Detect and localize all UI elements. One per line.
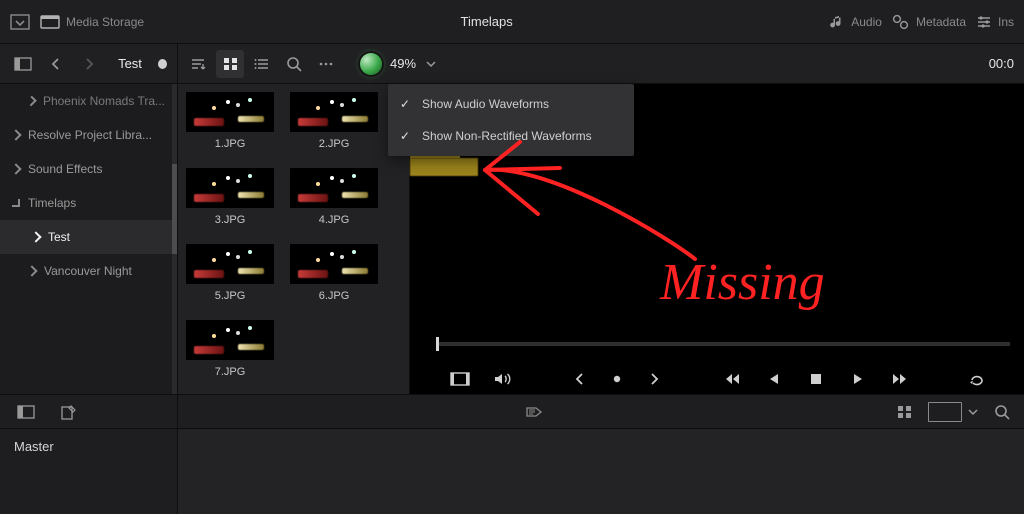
check-icon: ✓ bbox=[400, 129, 412, 143]
menu-show-nonrectified-waveforms[interactable]: ✓ Show Non-Rectified Waveforms bbox=[388, 120, 634, 152]
tree-scrollbar[interactable] bbox=[172, 84, 177, 394]
sidebar-toggle-button[interactable] bbox=[10, 50, 35, 78]
bin-record-dot[interactable] bbox=[158, 59, 167, 69]
media-storage-icon bbox=[40, 14, 60, 30]
jog-dot[interactable] bbox=[612, 369, 622, 389]
tree-item-timelaps[interactable]: Timelaps bbox=[0, 186, 177, 220]
metadata-button[interactable]: Metadata bbox=[892, 14, 966, 30]
media-storage-button[interactable]: Media Storage bbox=[40, 14, 144, 30]
workspace-dropdown[interactable] bbox=[10, 14, 30, 30]
viewer-scrubber[interactable] bbox=[436, 342, 1010, 346]
frame-icon bbox=[928, 402, 962, 422]
metadata-label: Metadata bbox=[916, 15, 966, 29]
clip-thumbnail[interactable]: 5.JPG bbox=[186, 244, 274, 302]
zoom-knob[interactable] bbox=[360, 53, 382, 75]
thumbnail-view-button[interactable] bbox=[216, 50, 244, 78]
viewer-options-menu: ✓ Show Audio Waveforms ✓ Show Non-Rectif… bbox=[388, 84, 634, 156]
play-reverse-button[interactable] bbox=[764, 369, 784, 389]
tree-item-phoenix[interactable]: Phoenix Nomads Tra... bbox=[0, 84, 177, 118]
clip-thumbnail[interactable]: 4.JPG bbox=[290, 168, 378, 226]
inspector-button[interactable]: Ins bbox=[976, 14, 1014, 30]
sort-button[interactable] bbox=[184, 50, 212, 78]
clip-thumbnail[interactable]: 2.JPG bbox=[290, 92, 378, 150]
jog-next-button[interactable] bbox=[644, 369, 664, 389]
media-pool-toolbar bbox=[0, 395, 1024, 429]
master-bin-label[interactable]: Master bbox=[14, 439, 163, 454]
display-mode-dropdown[interactable] bbox=[928, 402, 978, 422]
transport-controls bbox=[410, 362, 1024, 396]
search-button[interactable] bbox=[280, 50, 308, 78]
stop-button[interactable] bbox=[806, 369, 826, 389]
menu-show-audio-waveforms[interactable]: ✓ Show Audio Waveforms bbox=[388, 88, 634, 120]
bin-tree: Phoenix Nomads Tra... Resolve Project Li… bbox=[0, 84, 178, 394]
clip-thumbnail[interactable]: 1.JPG bbox=[186, 92, 274, 150]
chevron-down-icon[interactable] bbox=[426, 60, 436, 68]
thumbnail-view-button-2[interactable] bbox=[890, 398, 918, 426]
import-media-button[interactable] bbox=[54, 398, 82, 426]
inspector-label: Ins bbox=[998, 15, 1014, 29]
go-first-button[interactable] bbox=[722, 369, 742, 389]
media-storage-label: Media Storage bbox=[66, 15, 144, 29]
match-frame-button[interactable] bbox=[450, 369, 470, 389]
options-menu-button[interactable] bbox=[312, 50, 340, 78]
tree-item-resolve-lib[interactable]: Resolve Project Libra... bbox=[0, 118, 177, 152]
clip-thumbnail[interactable]: 6.JPG bbox=[290, 244, 378, 302]
clip-thumbnail[interactable]: 3.JPG bbox=[186, 168, 274, 226]
media-pool-panel: Master bbox=[0, 394, 1024, 514]
check-icon: ✓ bbox=[400, 97, 412, 111]
tree-item-sound-effects[interactable]: Sound Effects bbox=[0, 152, 177, 186]
play-button[interactable] bbox=[848, 369, 868, 389]
sliders-icon bbox=[976, 14, 992, 30]
panel-sidebar-toggle[interactable] bbox=[12, 398, 40, 426]
jog-prev-button[interactable] bbox=[570, 369, 590, 389]
clip-thumbnail[interactable]: 7.JPG bbox=[186, 320, 274, 378]
tree-item-vancouver[interactable]: Vancouver Night bbox=[0, 254, 177, 288]
playhead[interactable] bbox=[436, 337, 439, 351]
panel-search-button[interactable] bbox=[988, 398, 1016, 426]
loop-button[interactable] bbox=[968, 369, 988, 389]
audio-button[interactable]: Audio bbox=[829, 14, 882, 30]
clip-browser: 1.JPG 2.JPG 3.JPG 4.JPG 5.JPG 6.JPG 7.JP… bbox=[178, 84, 410, 394]
app-header: Media Storage Timelaps Audio Metadata In… bbox=[0, 0, 1024, 44]
list-view-button[interactable] bbox=[248, 50, 276, 78]
nav-back-button[interactable] bbox=[43, 50, 68, 78]
media-pool-grid[interactable] bbox=[178, 429, 1024, 514]
viewer-timecode[interactable]: 00:0 bbox=[989, 56, 1014, 71]
audio-label: Audio bbox=[851, 15, 882, 29]
music-note-icon bbox=[829, 14, 845, 30]
project-title: Timelaps bbox=[461, 14, 513, 29]
bin-name: Test bbox=[118, 56, 142, 71]
audio-mute-button[interactable] bbox=[492, 369, 512, 389]
tree-item-test[interactable]: Test bbox=[0, 220, 177, 254]
zoom-readout[interactable]: 49% bbox=[390, 56, 416, 71]
browser-toolbar: Test 49% 00:0 bbox=[0, 44, 1024, 84]
chevron-right-icon bbox=[30, 231, 41, 242]
tag-icon[interactable] bbox=[524, 404, 544, 420]
go-last-button[interactable] bbox=[890, 369, 910, 389]
metadata-icon bbox=[892, 14, 910, 30]
nav-fwd-button[interactable] bbox=[77, 50, 102, 78]
